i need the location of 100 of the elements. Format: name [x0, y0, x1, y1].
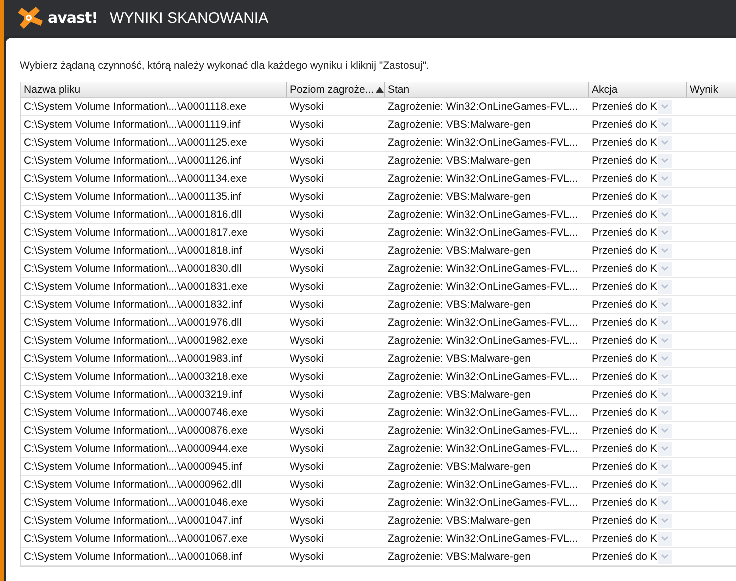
status-cell-text: Zagrożenie: Win32:OnLineGames-FVL... — [387, 136, 580, 150]
file-path-cell-text: C:\System Volume Information\...\A0001982.exe — [23, 334, 250, 348]
file-path-cell-text: C:\System Volume Information\...\A0001817.exe — [23, 226, 250, 240]
threat-level-cell-text: Wysoki — [289, 370, 325, 384]
status-cell-text: Zagrożenie: Win32:OnLineGames-FVL... — [387, 532, 580, 546]
file-path-cell-text: C:\System Volume Information\...\A0001831.exe — [23, 280, 250, 294]
column-header[interactable]: Stan — [385, 82, 589, 97]
action-dropdown[interactable]: Przenieś do K — [592, 154, 672, 168]
threat-level-cell-text: Wysoki — [289, 208, 325, 222]
threat-level-cell-text: Wysoki — [289, 244, 325, 258]
action-dropdown[interactable]: Przenieś do K — [592, 244, 672, 258]
action-dropdown[interactable]: Przenieś do K — [592, 442, 672, 456]
file-path-cell-text: C:\System Volume Information\...\A0001067.exe — [23, 532, 250, 546]
status-cell-text: Zagrożenie: Win32:OnLineGames-FVL... — [387, 334, 580, 348]
column-header[interactable]: Nazwa pliku — [21, 82, 287, 97]
logo-text: avast! — [48, 9, 98, 27]
action-dropdown[interactable]: Przenieś do K — [592, 370, 672, 384]
status-cell-text: Zagrożenie: VBS:Malware-gen — [387, 388, 532, 402]
action-dropdown[interactable]: Przenieś do K — [592, 316, 672, 330]
column-label: Nazwa pliku — [24, 84, 81, 96]
file-path-cell-text: C:\System Volume Information\...\A0001134.exe — [23, 172, 248, 186]
status-cell-text: Zagrożenie: Win32:OnLineGames-FVL... — [387, 496, 580, 510]
status-cell-text: Zagrożenie: Win32:OnLineGames-FVL... — [387, 172, 580, 186]
threat-level-cell-text: Wysoki — [289, 352, 325, 366]
action-dropdown[interactable]: Przenieś do K — [592, 334, 672, 348]
file-path-cell-text: C:\System Volume Information\...\A0001068.inf — [23, 550, 244, 564]
file-path-cell-text: C:\System Volume Information\...\A0000746.exe — [23, 406, 250, 420]
threat-level-cell-text: Wysoki — [289, 280, 325, 294]
action-dropdown[interactable]: Przenieś do K — [592, 352, 672, 366]
action-dropdown[interactable]: Przenieś do K — [592, 100, 672, 114]
status-cell-text: Zagrożenie: Win32:OnLineGames-FVL... — [387, 442, 580, 456]
file-path-cell-text: C:\System Volume Information\...\A0001126.inf — [23, 154, 243, 168]
threat-level-cell-text: Wysoki — [289, 226, 325, 240]
column-label: Wynik — [690, 84, 718, 96]
file-path-cell-text: C:\System Volume Information\...\A0001135.inf — [23, 190, 243, 204]
file-path-cell-text: C:\System Volume Information\...\A0003219.inf — [23, 388, 244, 402]
file-path-cell-text: C:\System Volume Information\...\A0001830.dll — [23, 262, 243, 276]
action-dropdown[interactable]: Przenieś do K — [592, 136, 672, 150]
action-dropdown[interactable]: Przenieś do K — [592, 514, 672, 528]
action-dropdown[interactable]: Przenieś do K — [592, 388, 672, 402]
column-label: Akcja — [592, 84, 618, 96]
threat-level-cell-text: Wysoki — [289, 298, 325, 312]
action-dropdown[interactable]: Przenieś do K — [592, 550, 672, 564]
status-cell-text: Zagrożenie: Win32:OnLineGames-FVL... — [387, 406, 580, 420]
status-cell-text: Zagrożenie: Win32:OnLineGames-FVL... — [387, 226, 580, 240]
status-cell-text: Zagrożenie: Win32:OnLineGames-FVL... — [387, 208, 580, 222]
action-dropdown[interactable]: Przenieś do K — [592, 280, 672, 294]
threat-level-cell-text: Wysoki — [289, 496, 325, 510]
action-dropdown[interactable]: Przenieś do K — [592, 208, 672, 222]
status-cell-text: Zagrożenie: Win32:OnLineGames-FVL... — [387, 424, 580, 438]
file-path-cell-text: C:\System Volume Information\...\A0003218.exe — [23, 370, 250, 384]
status-cell-text: Zagrożenie: VBS:Malware-gen — [387, 244, 532, 258]
action-dropdown[interactable]: Przenieś do K — [592, 226, 672, 240]
threat-level-cell-text: Wysoki — [289, 172, 325, 186]
logo-icon — [16, 5, 46, 31]
action-dropdown[interactable]: Przenieś do K — [592, 496, 672, 510]
threat-level-cell-text: Wysoki — [289, 100, 325, 114]
file-path-cell-text: C:\System Volume Information\...\A0001832.inf — [23, 298, 244, 312]
threat-level-cell-text: Wysoki — [289, 388, 325, 402]
action-dropdown[interactable]: Przenieś do K — [592, 190, 672, 204]
column-label: Stan — [388, 84, 410, 96]
status-cell-text: Zagrożenie: VBS:Malware-gen — [387, 298, 532, 312]
file-path-cell-text: C:\System Volume Information\...\A0001125.exe — [23, 136, 248, 150]
status-cell-text: Zagrożenie: VBS:Malware-gen — [387, 352, 532, 366]
threat-level-cell-text: Wysoki — [289, 118, 325, 132]
action-dropdown[interactable]: Przenieś do K — [592, 478, 672, 492]
threat-level-cell-text: Wysoki — [289, 334, 325, 348]
file-path-cell-text: C:\System Volume Information\...\A0001816.dll — [23, 208, 243, 222]
file-path-cell-text: C:\System Volume Information\...\A0000876.exe — [23, 424, 250, 438]
action-dropdown[interactable]: Przenieś do K — [592, 298, 672, 312]
action-dropdown[interactable]: Przenieś do K — [592, 118, 672, 132]
file-path-cell-text: C:\System Volume Information\...\A0000962.dll — [23, 478, 243, 492]
status-cell-text: Zagrożenie: VBS:Malware-gen — [387, 514, 532, 528]
file-path-cell-text: C:\System Volume Information\...\A0001046.exe — [23, 496, 250, 510]
file-path-cell-text: C:\System Volume Information\...\A0001118.exe — [23, 100, 248, 114]
file-path-cell-text: C:\System Volume Information\...\A0001976.dll — [23, 316, 243, 330]
file-path-cell-text: C:\System Volume Information\...\A0001983.inf — [23, 352, 244, 366]
status-cell-text: Zagrożenie: VBS:Malware-gen — [387, 460, 532, 474]
action-dropdown[interactable]: Przenieś do K — [592, 172, 672, 186]
action-dropdown[interactable]: Przenieś do K — [592, 406, 672, 420]
status-cell-text: Zagrożenie: Win32:OnLineGames-FVL... — [387, 370, 580, 384]
threat-level-cell-text: Wysoki — [289, 478, 325, 492]
threat-level-cell-text: Wysoki — [289, 550, 325, 564]
status-cell-text: Zagrożenie: Win32:OnLineGames-FVL... — [387, 478, 580, 492]
status-cell-text: Zagrożenie: Win32:OnLineGames-FVL... — [387, 316, 580, 330]
threat-level-cell-text: Wysoki — [289, 460, 325, 474]
status-cell-text: Zagrożenie: VBS:Malware-gen — [387, 154, 532, 168]
action-dropdown[interactable]: Przenieś do K — [592, 424, 672, 438]
action-dropdown[interactable]: Przenieś do K — [592, 532, 672, 546]
file-path-cell-text: C:\System Volume Information\...\A0001818.inf — [23, 244, 244, 258]
action-dropdown[interactable]: Przenieś do K — [592, 262, 672, 276]
column-header[interactable]: Akcja — [589, 82, 687, 97]
action-dropdown[interactable]: Przenieś do K — [592, 460, 672, 474]
column-header[interactable]: Poziom zagroże... — [287, 82, 385, 97]
column-header[interactable]: Wynik — [687, 82, 736, 97]
threat-level-cell-text: Wysoki — [289, 514, 325, 528]
column-label: Poziom zagroże... — [290, 84, 374, 96]
instruction-text: Wybierz żądaną czynność, którą należy wykonać dla każdego wyniku i kliknij "Zastosuj". — [20, 60, 430, 72]
file-path-cell-text: C:\System Volume Information\...\A0001119.inf — [23, 118, 242, 132]
threat-level-cell-text: Wysoki — [289, 136, 325, 150]
